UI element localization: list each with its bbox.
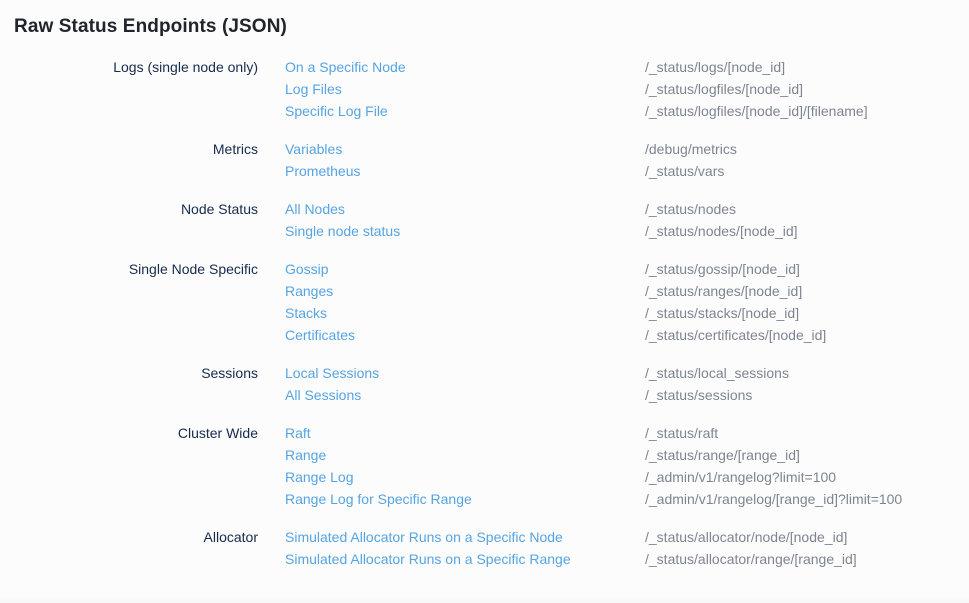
endpoint-link[interactable]: All Sessions — [285, 384, 645, 406]
endpoint-category-label: Sessions — [0, 362, 258, 384]
endpoint-path: /_admin/v1/rangelog/[range_id]?limit=100 — [645, 488, 902, 510]
endpoint-link[interactable]: All Nodes — [285, 198, 645, 220]
endpoint-link[interactable]: Prometheus — [285, 160, 645, 182]
endpoint-row: Single node status /_status/nodes/[node_… — [285, 220, 969, 242]
endpoint-row: Range Log for Specific Range /_admin/v1/… — [285, 488, 969, 510]
endpoint-list: Simulated Allocator Runs on a Specific N… — [285, 526, 969, 570]
endpoint-group: Logs (single node only) On a Specific No… — [0, 56, 969, 122]
endpoint-path: /_status/stacks/[node_id] — [645, 302, 799, 324]
endpoint-path: /_status/ranges/[node_id] — [645, 280, 802, 302]
endpoint-row: Ranges /_status/ranges/[node_id] — [285, 280, 969, 302]
endpoint-row: Certificates /_status/certificates/[node… — [285, 324, 969, 346]
endpoint-path: /_status/logfiles/[node_id] — [645, 78, 803, 100]
endpoint-link[interactable]: Raft — [285, 422, 645, 444]
endpoint-link[interactable]: Range Log — [285, 466, 645, 488]
endpoint-link[interactable]: Certificates — [285, 324, 645, 346]
endpoint-link[interactable]: Range Log for Specific Range — [285, 488, 645, 510]
endpoint-row: All Sessions /_status/sessions — [285, 384, 969, 406]
endpoint-category-label: Logs (single node only) — [0, 56, 258, 78]
endpoint-group: Single Node Specific Gossip /_status/gos… — [0, 258, 969, 346]
endpoint-group: Metrics Variables /debug/metrics Prometh… — [0, 138, 969, 182]
endpoint-category-label: Node Status — [0, 198, 258, 220]
endpoint-category-label: Metrics — [0, 138, 258, 160]
endpoint-group: Node Status All Nodes /_status/nodes Sin… — [0, 198, 969, 242]
endpoint-row: Range /_status/range/[range_id] — [285, 444, 969, 466]
endpoint-row: Prometheus /_status/vars — [285, 160, 969, 182]
endpoint-path: /_status/nodes — [645, 198, 736, 220]
endpoint-link[interactable]: Specific Log File — [285, 100, 645, 122]
endpoint-path: /debug/metrics — [645, 138, 737, 160]
endpoint-row: Raft /_status/raft — [285, 422, 969, 444]
endpoint-path: /_status/logfiles/[node_id]/[filename] — [645, 100, 868, 122]
endpoint-groups: Logs (single node only) On a Specific No… — [0, 56, 969, 570]
endpoint-row: On a Specific Node /_status/logs/[node_i… — [285, 56, 969, 78]
debug-endpoints-page: Raw Status Endpoints (JSON) Logs (single… — [0, 15, 969, 570]
endpoint-group: Cluster Wide Raft /_status/raft Range /_… — [0, 422, 969, 510]
endpoint-path: /_status/logs/[node_id] — [645, 56, 785, 78]
endpoint-list: All Nodes /_status/nodes Single node sta… — [285, 198, 969, 242]
endpoint-row: Log Files /_status/logfiles/[node_id] — [285, 78, 969, 100]
endpoint-link[interactable]: Variables — [285, 138, 645, 160]
endpoint-link[interactable]: Local Sessions — [285, 362, 645, 384]
endpoint-group: Sessions Local Sessions /_status/local_s… — [0, 362, 969, 406]
endpoint-link[interactable]: Simulated Allocator Runs on a Specific R… — [285, 548, 645, 570]
endpoint-list: Raft /_status/raft Range /_status/range/… — [285, 422, 969, 510]
endpoint-path: /_status/allocator/node/[node_id] — [645, 526, 847, 548]
page-title: Raw Status Endpoints (JSON) — [14, 15, 969, 38]
endpoint-path: /_status/nodes/[node_id] — [645, 220, 798, 242]
footer-strip — [0, 598, 969, 603]
endpoint-list: Gossip /_status/gossip/[node_id] Ranges … — [285, 258, 969, 346]
endpoint-link[interactable]: Log Files — [285, 78, 645, 100]
endpoint-path: /_status/local_sessions — [645, 362, 789, 384]
endpoint-row: Stacks /_status/stacks/[node_id] — [285, 302, 969, 324]
endpoint-link[interactable]: Gossip — [285, 258, 645, 280]
endpoint-path: /_status/range/[range_id] — [645, 444, 800, 466]
endpoint-path: /_status/sessions — [645, 384, 752, 406]
endpoint-list: Local Sessions /_status/local_sessions A… — [285, 362, 969, 406]
endpoint-link[interactable]: On a Specific Node — [285, 56, 645, 78]
endpoint-link[interactable]: Range — [285, 444, 645, 466]
endpoint-row: Specific Log File /_status/logfiles/[nod… — [285, 100, 969, 122]
endpoint-row: Gossip /_status/gossip/[node_id] — [285, 258, 969, 280]
endpoint-path: /_status/vars — [645, 160, 724, 182]
endpoint-path: /_status/certificates/[node_id] — [645, 324, 826, 346]
endpoint-category-label: Allocator — [0, 526, 258, 548]
endpoint-path: /_status/allocator/range/[range_id] — [645, 548, 857, 570]
endpoint-link[interactable]: Stacks — [285, 302, 645, 324]
endpoint-list: Variables /debug/metrics Prometheus /_st… — [285, 138, 969, 182]
endpoint-row: Simulated Allocator Runs on a Specific R… — [285, 548, 969, 570]
endpoint-category-label: Single Node Specific — [0, 258, 258, 280]
endpoint-row: Local Sessions /_status/local_sessions — [285, 362, 969, 384]
endpoint-link[interactable]: Simulated Allocator Runs on a Specific N… — [285, 526, 645, 548]
endpoint-row: Simulated Allocator Runs on a Specific N… — [285, 526, 969, 548]
endpoint-group: Allocator Simulated Allocator Runs on a … — [0, 526, 969, 570]
endpoint-category-label: Cluster Wide — [0, 422, 258, 444]
endpoint-row: All Nodes /_status/nodes — [285, 198, 969, 220]
endpoint-path: /_status/gossip/[node_id] — [645, 258, 800, 280]
endpoint-path: /_status/raft — [645, 422, 718, 444]
endpoint-list: On a Specific Node /_status/logs/[node_i… — [285, 56, 969, 122]
endpoint-path: /_admin/v1/rangelog?limit=100 — [645, 466, 836, 488]
endpoint-link[interactable]: Single node status — [285, 220, 645, 242]
endpoint-row: Variables /debug/metrics — [285, 138, 969, 160]
endpoint-link[interactable]: Ranges — [285, 280, 645, 302]
endpoint-row: Range Log /_admin/v1/rangelog?limit=100 — [285, 466, 969, 488]
